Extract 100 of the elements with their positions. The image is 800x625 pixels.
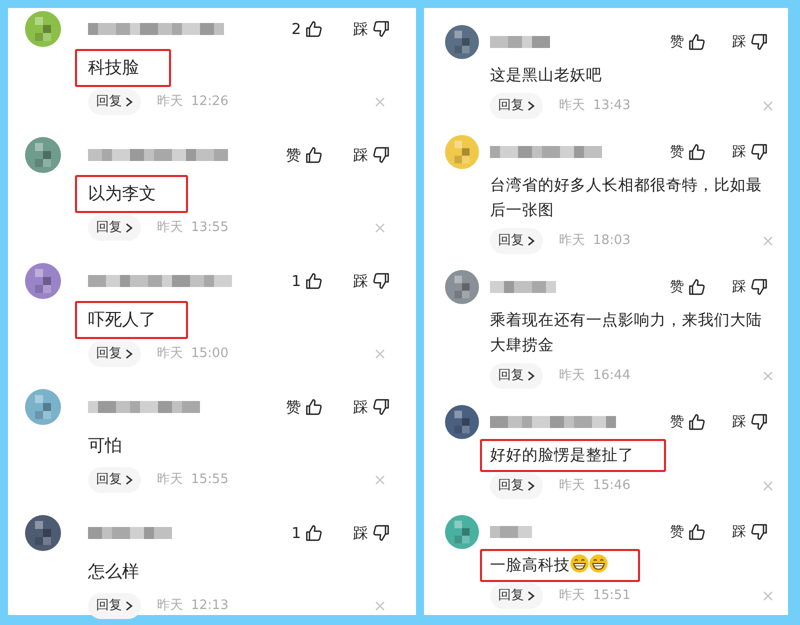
thumbs-down-icon — [372, 524, 390, 542]
reply-button[interactable]: 回复 — [490, 363, 543, 389]
chevron-right-icon — [527, 591, 535, 601]
chevron-right-icon — [527, 481, 535, 491]
comment-time: 15:46 — [593, 477, 630, 496]
dislike-button[interactable]: 踩 — [732, 412, 768, 432]
grin-emoji-icon — [570, 554, 589, 573]
comment-text: 科技脸 — [75, 49, 171, 87]
avatar[interactable] — [445, 270, 479, 304]
close-icon[interactable] — [763, 591, 773, 601]
comment-time: 15:51 — [593, 587, 630, 606]
close-icon[interactable] — [375, 223, 385, 233]
close-icon[interactable] — [375, 97, 385, 107]
thumbs-up-icon — [305, 20, 323, 38]
reply-button[interactable]: 回复 — [88, 89, 141, 115]
like-button[interactable]: 赞 — [286, 144, 323, 166]
close-icon[interactable] — [763, 371, 773, 381]
like-button[interactable]: 赞 — [670, 142, 706, 162]
reply-button[interactable]: 回复 — [490, 93, 543, 119]
dislike-button[interactable]: 踩 — [353, 144, 390, 166]
like-button[interactable]: 赞 — [670, 522, 706, 542]
chevron-right-icon — [125, 601, 133, 611]
like-button[interactable]: 1 — [291, 522, 323, 544]
blurred-name — [490, 34, 550, 50]
comment-date: 昨天 — [559, 477, 585, 496]
reply-button[interactable]: 回复 — [88, 467, 141, 493]
grin-emoji-icon — [589, 554, 608, 573]
comment-text: 台湾省的好多人长相都很奇特，比如最后一张图 — [489, 175, 763, 221]
thumbs-up-icon — [688, 523, 706, 541]
like-button[interactable]: 赞 — [670, 32, 706, 52]
reply-button[interactable]: 回复 — [490, 583, 543, 609]
chevron-right-icon — [125, 349, 133, 359]
comment-date: 昨天 — [157, 597, 183, 616]
thumbs-down-icon — [750, 143, 768, 161]
close-icon[interactable] — [763, 236, 773, 246]
thumbs-down-icon — [372, 146, 390, 164]
comment-text: 一脸高科技 — [480, 549, 640, 582]
thumbs-down-icon — [372, 20, 390, 38]
thumbs-up-icon — [688, 143, 706, 161]
reply-button[interactable]: 回复 — [88, 593, 141, 619]
blurred-name — [490, 279, 556, 295]
avatar[interactable] — [445, 405, 479, 439]
avatar[interactable] — [25, 389, 61, 425]
close-icon[interactable] — [375, 475, 385, 485]
comment-text: 以为李文 — [75, 175, 188, 213]
like-button[interactable]: 赞 — [670, 276, 706, 298]
comment-date: 昨天 — [157, 219, 183, 238]
thumbs-up-icon — [688, 33, 706, 51]
close-icon[interactable] — [375, 349, 385, 359]
thumbs-up-icon — [688, 413, 706, 431]
comment-time: 13:43 — [593, 97, 630, 116]
chevron-right-icon — [527, 236, 535, 246]
dislike-button[interactable]: 踩 — [353, 396, 390, 418]
comment-time: 12:26 — [191, 93, 228, 112]
reply-button[interactable]: 回复 — [88, 341, 141, 367]
thumbs-up-icon — [688, 278, 706, 296]
avatar[interactable] — [25, 515, 61, 551]
dislike-button[interactable]: 踩 — [732, 276, 768, 298]
blurred-name — [490, 524, 532, 540]
dislike-button[interactable]: 踩 — [353, 18, 390, 40]
dislike-button[interactable]: 踩 — [732, 32, 768, 52]
avatar[interactable] — [25, 137, 61, 173]
close-icon[interactable] — [763, 101, 773, 111]
avatar[interactable] — [445, 515, 479, 549]
comment-text: 怎么样 — [87, 561, 140, 584]
reply-button[interactable]: 回复 — [88, 215, 141, 241]
comment-text: 乘着现在还有一点影响力，来我们大陆大肆捞金 — [489, 310, 763, 356]
dislike-button[interactable]: 踩 — [353, 270, 390, 292]
like-button[interactable]: 赞 — [286, 396, 323, 418]
comment-text: 这是黑山老妖吧 — [489, 65, 603, 86]
close-icon[interactable] — [375, 601, 385, 611]
comment-date: 昨天 — [157, 345, 183, 364]
thumbs-up-icon — [305, 146, 323, 164]
like-button[interactable]: 赞 — [670, 412, 706, 432]
comment-time: 16:44 — [593, 367, 630, 386]
comment-date: 昨天 — [559, 587, 585, 606]
chevron-right-icon — [125, 475, 133, 485]
comment-time: 12:13 — [191, 597, 228, 616]
like-button[interactable]: 1 — [291, 270, 323, 292]
dislike-button[interactable]: 踩 — [732, 142, 768, 162]
dislike-button[interactable]: 踩 — [353, 522, 390, 544]
avatar[interactable] — [445, 25, 479, 59]
thumbs-down-icon — [750, 278, 768, 296]
thumbs-down-icon — [750, 33, 768, 51]
avatar[interactable] — [25, 263, 61, 299]
reply-button[interactable]: 回复 — [490, 473, 543, 499]
dislike-button[interactable]: 踩 — [732, 522, 768, 542]
chevron-right-icon — [527, 371, 535, 381]
comment-date: 昨天 — [559, 367, 585, 386]
reply-button[interactable]: 回复 — [490, 228, 543, 254]
close-icon[interactable] — [763, 481, 773, 491]
comment-text: 吓死人了 — [75, 301, 188, 339]
thumbs-down-icon — [750, 413, 768, 431]
comment-text: 好好的脸愣是整扯了 — [480, 439, 666, 472]
comment-text: 可怕 — [87, 435, 123, 458]
comment-time: 15:55 — [191, 471, 228, 490]
thumbs-up-icon — [305, 272, 323, 290]
thumbs-up-icon — [305, 524, 323, 542]
like-button[interactable]: 2 — [291, 18, 323, 40]
chevron-right-icon — [527, 101, 535, 111]
